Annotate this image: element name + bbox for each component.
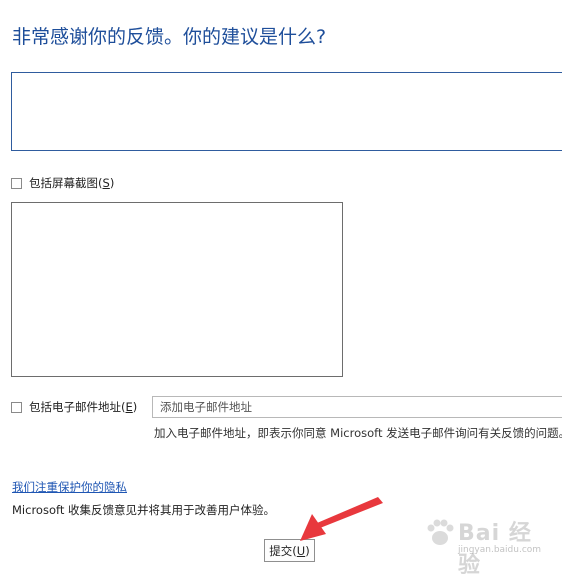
watermark-url: jingyan.baidu.com [458, 545, 542, 555]
include-email-option[interactable]: 包括电子邮件地址(E) [11, 399, 137, 415]
include-email-label[interactable]: 包括电子邮件地址(E) [29, 399, 137, 415]
include-email-checkbox[interactable] [11, 401, 22, 413]
include-screenshot-option[interactable]: 包括屏幕截图(S) [11, 175, 114, 191]
privacy-link[interactable]: 我们注重保护你的隐私 [12, 479, 127, 495]
email-consent-note: 加入电子邮件地址，即表示你同意 Microsoft 发送电子邮件询问有关反馈的问… [154, 426, 562, 440]
paw-logo-icon [427, 519, 454, 545]
page-title: 非常感谢你的反馈。你的建议是什么? [12, 26, 327, 48]
screenshot-preview [11, 202, 343, 377]
arrow-shaft [317, 497, 383, 528]
include-screenshot-checkbox[interactable] [11, 177, 22, 189]
watermark-text: Bai 经验 [458, 521, 532, 578]
include-screenshot-label[interactable]: 包括屏幕截图(S) [29, 175, 114, 191]
submit-button[interactable]: 提交(U) [264, 539, 315, 562]
email-input[interactable]: 添加电子邮件地址 [152, 396, 562, 418]
feedback-collection-note: Microsoft 收集反馈意见并将其用于改善用户体验。 [12, 503, 275, 517]
watermark: Bai 经验 jingyan.baidu.com [424, 513, 554, 578]
feedback-text-area[interactable] [11, 72, 562, 151]
arrow-head [300, 514, 326, 541]
